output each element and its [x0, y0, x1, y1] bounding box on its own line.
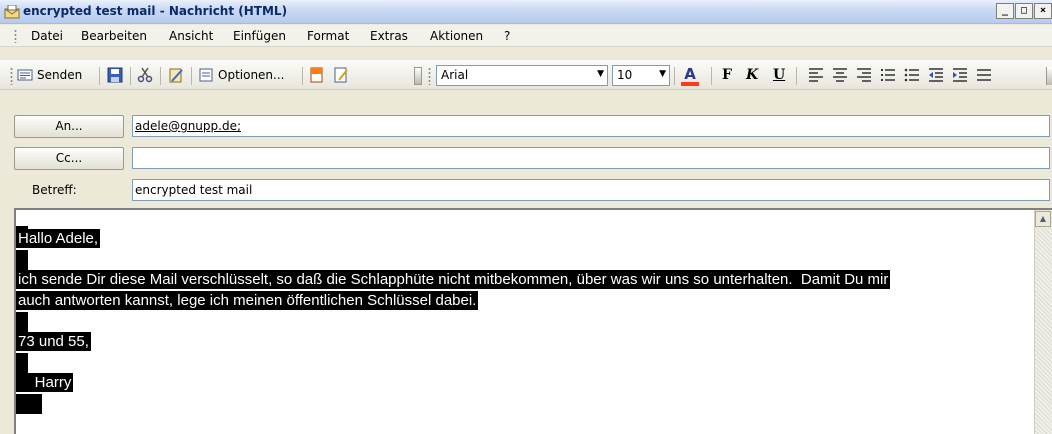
toolbar-grip-icon[interactable]: [10, 67, 13, 85]
send-button[interactable]: Senden: [17, 67, 82, 83]
standard-toolbar: Senden Optionen... Arial ▼ 10 ▼ A F K U: [0, 60, 1052, 90]
bullet-list-icon[interactable]: [904, 68, 920, 82]
scroll-up-icon[interactable]: ▲: [1035, 211, 1051, 227]
cc-button[interactable]: Cc...: [14, 147, 124, 170]
send-icon: [17, 69, 33, 81]
send-label: Senden: [37, 68, 83, 82]
font-name-value: Arial: [441, 68, 469, 82]
body-line: 73 und 55,: [16, 332, 91, 351]
align-right-icon[interactable]: [856, 68, 872, 82]
body-line: Harry: [16, 373, 74, 392]
to-button[interactable]: An...: [14, 115, 124, 138]
toolbar-separator: [302, 67, 303, 85]
menu-bearbeiten[interactable]: Bearbeiten: [81, 29, 147, 43]
toolbar-separator: [796, 67, 797, 85]
underline-button[interactable]: U: [773, 67, 785, 83]
toolbar-chevron-icon[interactable]: [414, 67, 422, 85]
to-field[interactable]: adele@gnupp.de;: [132, 115, 1050, 137]
save-icon[interactable]: [107, 67, 123, 83]
cc-field[interactable]: [132, 147, 1050, 169]
address-book-icon[interactable]: [168, 67, 184, 83]
chevron-down-icon: ▼: [659, 69, 666, 79]
selection-block: [16, 394, 42, 414]
subject-label: Betreff:: [32, 183, 77, 197]
window-controls: _ □ ×: [996, 3, 1052, 19]
font-size-value: 10: [617, 68, 633, 82]
subject-field[interactable]: encrypted test mail: [132, 179, 1050, 201]
chevron-down-icon: ▼: [597, 69, 604, 79]
horizontal-line-icon[interactable]: [976, 68, 992, 82]
decrease-indent-icon[interactable]: [928, 68, 944, 82]
align-left-icon[interactable]: [808, 68, 824, 82]
minimize-button[interactable]: _: [996, 3, 1014, 19]
menu-grip-icon[interactable]: [14, 29, 17, 43]
increase-indent-icon[interactable]: [952, 68, 968, 82]
toolbar-separator: [711, 67, 712, 85]
font-color-button[interactable]: A: [681, 65, 699, 87]
font-color-indicator: [681, 82, 699, 86]
numbered-list-icon[interactable]: [880, 68, 896, 82]
window-title: encrypted test mail - Nachricht (HTML): [23, 4, 288, 18]
vertical-scrollbar[interactable]: [1034, 210, 1052, 434]
format-toolbar-grip-icon[interactable]: [428, 67, 431, 85]
subject-value: encrypted test mail: [135, 183, 253, 197]
signature-icon[interactable]: [309, 67, 325, 83]
font-size-select[interactable]: 10 ▼: [612, 65, 670, 86]
selection-block: [16, 353, 28, 373]
bold-button[interactable]: F: [722, 67, 732, 83]
close-button[interactable]: ×: [1034, 3, 1052, 19]
cc-button-label: Cc...: [55, 151, 83, 165]
options-icon: [199, 68, 213, 82]
toolbar-separator: [160, 67, 161, 85]
selection-block: [16, 250, 28, 270]
to-recipient[interactable]: adele@gnupp.de;: [135, 119, 241, 133]
align-center-icon[interactable]: [832, 68, 848, 82]
message-body-editor[interactable]: [14, 208, 1052, 434]
menu-format[interactable]: Format: [307, 29, 349, 43]
menu-datei[interactable]: Datei: [31, 29, 63, 43]
selection-block: [16, 312, 28, 332]
menu-ansicht[interactable]: Ansicht: [169, 29, 213, 43]
options-button[interactable]: Optionen...: [198, 67, 284, 83]
font-color-icon: A: [684, 65, 696, 83]
body-line: Hallo Adele,: [16, 229, 101, 248]
body-line: auch antworten kannst, lege ich meinen ö…: [16, 291, 479, 310]
toolbar-separator: [130, 67, 131, 85]
font-name-select[interactable]: Arial ▼: [436, 65, 608, 86]
toolbar-overflow-icon[interactable]: [1046, 67, 1052, 85]
message-icon: [4, 5, 20, 19]
options-label: Optionen...: [218, 68, 285, 82]
menu-help[interactable]: ?: [504, 29, 510, 43]
menu-extras[interactable]: Extras: [370, 29, 408, 43]
maximize-button[interactable]: □: [1015, 3, 1033, 19]
to-button-label: An...: [55, 119, 83, 133]
menu-bar: Datei Bearbeiten Ansicht Einfügen Format…: [0, 25, 1052, 47]
toolbar-separator: [99, 67, 100, 85]
menu-einfuegen[interactable]: Einfügen: [233, 29, 286, 43]
toolbar-separator: [191, 67, 192, 85]
body-line: ich sende Dir diese Mail verschlüsselt, …: [16, 270, 891, 289]
italic-button[interactable]: K: [746, 67, 758, 83]
edit-document-icon[interactable]: [333, 67, 349, 83]
menu-aktionen[interactable]: Aktionen: [430, 29, 483, 43]
title-bar: encrypted test mail - Nachricht (HTML) _…: [0, 0, 1052, 24]
cut-icon[interactable]: [137, 67, 153, 83]
toolbar-separator: [674, 67, 675, 85]
